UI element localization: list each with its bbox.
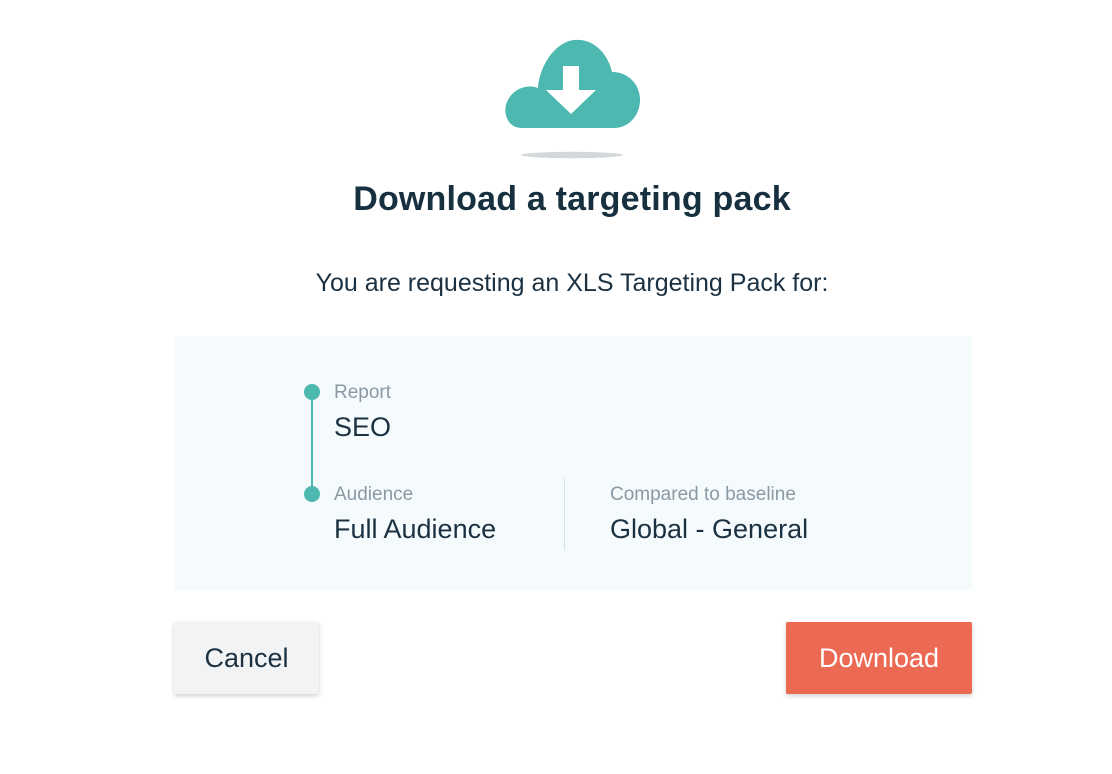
baseline-label: Compared to baseline <box>610 484 796 505</box>
download-dialog: Download a targeting pack You are reques… <box>0 0 1112 774</box>
timeline-line <box>311 392 313 494</box>
column-divider <box>564 478 565 550</box>
audience-label: Audience <box>334 484 414 505</box>
dialog-subtitle: You are requesting an XLS Targeting Pack… <box>315 269 829 297</box>
details-panel: Report SEO Audience Full Audience Compar… <box>174 336 972 590</box>
dialog-title: Download a targeting pack <box>353 180 791 218</box>
timeline-dot-icon <box>304 384 320 400</box>
cloud-download-icon <box>500 34 644 164</box>
report-label: Report <box>334 382 392 403</box>
timeline-dot-icon <box>304 486 320 502</box>
audience-value: Full Audience <box>334 514 497 544</box>
download-button[interactable]: Download <box>786 622 972 694</box>
report-value: SEO <box>334 412 392 442</box>
baseline-value: Global - General <box>610 514 809 544</box>
cancel-button[interactable]: Cancel <box>174 622 319 694</box>
